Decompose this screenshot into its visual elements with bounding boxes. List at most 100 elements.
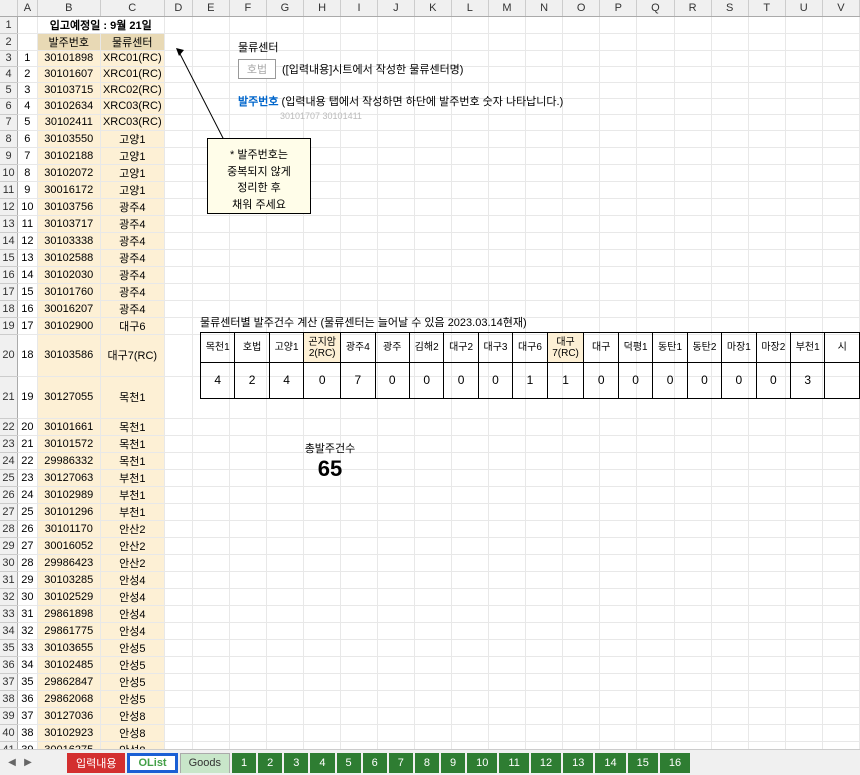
col-header[interactable]: I xyxy=(341,0,378,16)
cell[interactable]: 안산2 xyxy=(100,537,164,554)
cell[interactable]: 30103655 xyxy=(37,639,100,656)
cell[interactable]: 안성4 xyxy=(100,588,164,605)
cell[interactable]: 21 xyxy=(18,435,38,452)
cell[interactable]: 7 xyxy=(18,147,38,164)
tab-olist[interactable]: OList xyxy=(127,753,177,773)
cell[interactable]: 26 xyxy=(18,520,38,537)
col-header[interactable] xyxy=(0,0,18,16)
row-header[interactable]: 1 xyxy=(0,16,18,33)
cell[interactable]: 29861775 xyxy=(37,622,100,639)
row-header[interactable]: 33 xyxy=(0,605,18,622)
cell[interactable]: 광주4 xyxy=(100,249,164,266)
cell[interactable]: 24 xyxy=(18,486,38,503)
cell[interactable]: 광주4 xyxy=(100,283,164,300)
cell[interactable]: 30102529 xyxy=(37,588,100,605)
row-header[interactable]: 6 xyxy=(0,98,18,114)
cell[interactable]: 목천1 xyxy=(100,418,164,435)
cell[interactable]: 발주번호 xyxy=(37,33,100,50)
cell[interactable]: 28 xyxy=(18,554,38,571)
cell[interactable]: 30102411 xyxy=(37,114,100,130)
cell[interactable]: 안성8 xyxy=(100,707,164,724)
row-header[interactable]: 11 xyxy=(0,181,18,198)
tab-sheet-13[interactable]: 13 xyxy=(563,753,593,773)
cell[interactable]: 13 xyxy=(18,249,38,266)
row-header[interactable]: 32 xyxy=(0,588,18,605)
tab-sheet-2[interactable]: 2 xyxy=(258,753,282,773)
cell[interactable]: 15 xyxy=(18,283,38,300)
cell[interactable]: 광주4 xyxy=(100,232,164,249)
cell[interactable]: 20 xyxy=(18,418,38,435)
col-header[interactable]: H xyxy=(304,0,341,16)
cell[interactable]: 30101170 xyxy=(37,520,100,537)
cell[interactable]: 31 xyxy=(18,605,38,622)
cell[interactable]: 30102634 xyxy=(37,98,100,114)
col-header[interactable]: J xyxy=(377,0,414,16)
cell[interactable]: 안성4 xyxy=(100,622,164,639)
tab-sheet-1[interactable]: 1 xyxy=(232,753,256,773)
cell[interactable]: 6 xyxy=(18,130,38,147)
cell[interactable]: 29862847 xyxy=(37,673,100,690)
cell[interactable]: 27 xyxy=(18,537,38,554)
cell[interactable]: 30127063 xyxy=(37,469,100,486)
tab-nav-first[interactable]: ◀ xyxy=(4,754,20,772)
col-header[interactable]: P xyxy=(600,0,637,16)
row-header[interactable]: 23 xyxy=(0,435,18,452)
cell[interactable]: 안성8 xyxy=(100,741,164,749)
cell[interactable]: 14 xyxy=(18,266,38,283)
row-header[interactable]: 25 xyxy=(0,469,18,486)
cell[interactable]: 10 xyxy=(18,198,38,215)
cell[interactable]: 목천1 xyxy=(100,376,164,418)
cell[interactable]: 목천1 xyxy=(100,452,164,469)
row-header[interactable]: 35 xyxy=(0,639,18,656)
row-header[interactable]: 26 xyxy=(0,486,18,503)
cell[interactable]: 안성4 xyxy=(100,571,164,588)
col-header[interactable]: A xyxy=(18,0,38,16)
cell[interactable]: 30102072 xyxy=(37,164,100,181)
cell[interactable]: 고양1 xyxy=(100,130,164,147)
cell[interactable]: 안성5 xyxy=(100,639,164,656)
row-header[interactable]: 30 xyxy=(0,554,18,571)
cell[interactable]: 안성4 xyxy=(100,605,164,622)
cell[interactable]: 30101898 xyxy=(37,50,100,66)
cell[interactable]: 30016172 xyxy=(37,181,100,198)
cell[interactable]: 2 xyxy=(18,66,38,82)
cell[interactable]: 36 xyxy=(18,690,38,707)
cell[interactable]: 32 xyxy=(18,622,38,639)
tab-sheet-9[interactable]: 9 xyxy=(441,753,465,773)
tab-goods[interactable]: Goods xyxy=(180,753,230,773)
cell[interactable]: 30103285 xyxy=(37,571,100,588)
tab-sheet-11[interactable]: 11 xyxy=(499,753,528,773)
cell[interactable]: 30127036 xyxy=(37,707,100,724)
cell[interactable]: 고양1 xyxy=(100,164,164,181)
cell[interactable]: 34 xyxy=(18,656,38,673)
col-header[interactable]: G xyxy=(266,0,303,16)
row-header[interactable]: 34 xyxy=(0,622,18,639)
cell[interactable]: 22 xyxy=(18,452,38,469)
cell[interactable]: XRC01(RC) xyxy=(100,66,164,82)
cell[interactable]: 30102923 xyxy=(37,724,100,741)
cell[interactable]: 부천1 xyxy=(100,469,164,486)
cell[interactable]: 광주4 xyxy=(100,300,164,317)
cell[interactable]: 30127055 xyxy=(37,376,100,418)
tab-nav-prev[interactable]: ▶ xyxy=(20,754,36,772)
cell[interactable]: 38 xyxy=(18,724,38,741)
cell[interactable]: 부천1 xyxy=(100,486,164,503)
cell[interactable]: 광주4 xyxy=(100,266,164,283)
row-header[interactable]: 8 xyxy=(0,130,18,147)
cell[interactable]: 30103586 xyxy=(37,334,100,376)
col-header[interactable]: F xyxy=(229,0,266,16)
cell[interactable]: 30101760 xyxy=(37,283,100,300)
row-header[interactable]: 20 xyxy=(0,334,18,376)
cell[interactable]: 부천1 xyxy=(100,503,164,520)
col-header[interactable]: T xyxy=(748,0,785,16)
cell[interactable]: 안성5 xyxy=(100,673,164,690)
row-header[interactable]: 36 xyxy=(0,656,18,673)
cell[interactable]: 안성8 xyxy=(100,724,164,741)
row-header[interactable]: 7 xyxy=(0,114,18,130)
row-header[interactable]: 15 xyxy=(0,249,18,266)
tab-sheet-10[interactable]: 10 xyxy=(467,753,497,773)
cell[interactable]: 목천1 xyxy=(100,435,164,452)
row-header[interactable]: 9 xyxy=(0,147,18,164)
row-header[interactable]: 18 xyxy=(0,300,18,317)
cell[interactable]: 30102989 xyxy=(37,486,100,503)
